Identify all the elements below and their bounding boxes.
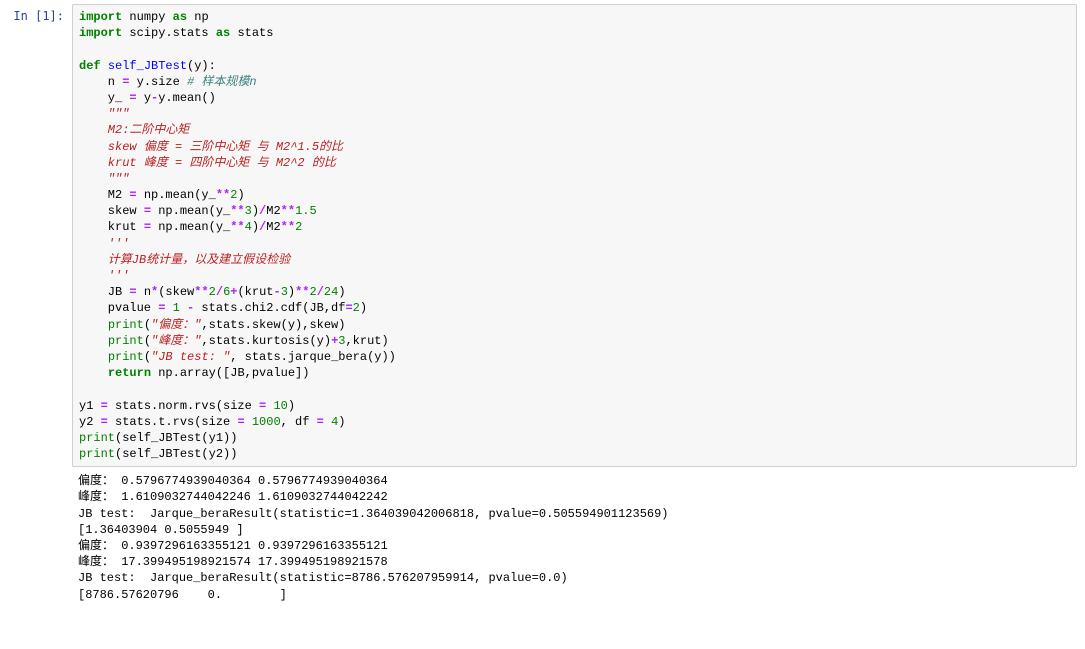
input-area: import numpy as np import scipy.stats as… bbox=[72, 4, 1077, 603]
notebook-cell: In [1]: import numpy as np import scipy.… bbox=[0, 0, 1085, 613]
input-prompt: In [1]: bbox=[0, 4, 72, 603]
stdout-output: 偏度： 0.5796774939040364 0.579677493904036… bbox=[72, 467, 1077, 603]
code-input[interactable]: import numpy as np import scipy.stats as… bbox=[72, 4, 1077, 467]
